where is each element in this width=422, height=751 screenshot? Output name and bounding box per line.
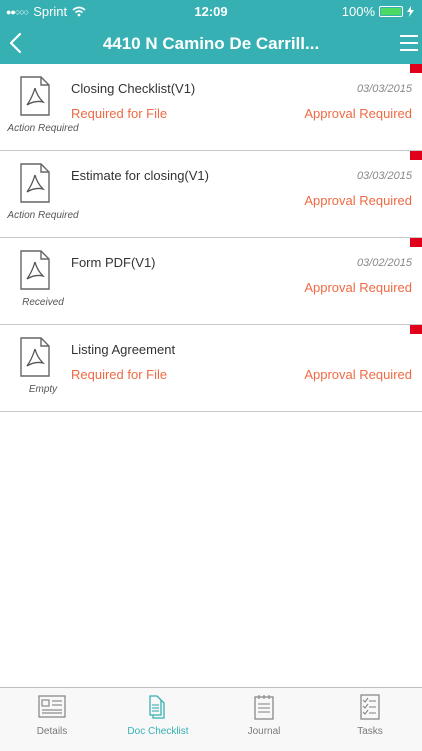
- details-icon: [38, 695, 66, 718]
- doc-row[interactable]: Empty Listing Agreement Required for Fil…: [0, 325, 422, 412]
- tab-journal[interactable]: Journal: [212, 688, 316, 751]
- journal-icon: [254, 695, 274, 720]
- doc-name: Estimate for closing(V1): [71, 168, 209, 183]
- pdf-document-icon: [20, 337, 50, 377]
- approval-required-label: Approval Required: [304, 280, 412, 295]
- required-for-file-label: Required for File: [71, 367, 168, 382]
- doc-status: Action Required: [7, 210, 79, 221]
- doc-name: Closing Checklist(V1): [71, 81, 196, 96]
- page-title: 4410 N Camino De Carrill...: [102, 34, 320, 53]
- flag-marker: [410, 325, 422, 334]
- battery-percent: 100%: [341, 4, 375, 19]
- status-bar: ●●○○○ Sprint 12:09 100%: [0, 0, 422, 22]
- doc-name: Form PDF(V1): [71, 255, 156, 270]
- doc-status: Empty: [28, 384, 58, 395]
- doc-row[interactable]: Received Form PDF(V1) 03/02/2015 Approva…: [0, 238, 422, 325]
- tasks-icon: [360, 694, 380, 720]
- tab-doc-checklist[interactable]: Doc Checklist: [106, 688, 210, 751]
- approval-required-label: Approval Required: [304, 367, 412, 382]
- doc-date: 03/03/2015: [356, 83, 412, 95]
- flag-marker: [410, 64, 422, 73]
- doc-date: 03/03/2015: [356, 170, 412, 182]
- required-for-file-label: Required for File: [71, 106, 168, 121]
- doc-checklist-icon: [149, 695, 165, 719]
- doc-status: Received: [22, 297, 64, 308]
- pdf-document-icon: [20, 250, 50, 290]
- flag-marker: [410, 151, 422, 160]
- doc-checklist: Action Required Closing Checklist(V1) 03…: [0, 64, 422, 412]
- tab-label: Tasks: [357, 726, 383, 737]
- tab-tasks[interactable]: Tasks: [318, 688, 422, 751]
- doc-status: Action Required: [7, 123, 79, 134]
- doc-date: 03/02/2015: [356, 257, 412, 269]
- charging-icon: [407, 6, 414, 17]
- approval-required-label: Approval Required: [304, 106, 412, 121]
- tab-details[interactable]: Details: [0, 688, 104, 751]
- battery-icon: [379, 6, 403, 17]
- tab-label: Details: [36, 726, 68, 737]
- approval-required-label: Approval Required: [304, 193, 412, 208]
- back-chevron-icon[interactable]: [4, 30, 30, 56]
- pdf-document-icon: [20, 76, 50, 116]
- hamburger-menu-icon[interactable]: [400, 35, 418, 53]
- tab-bar: Details Doc Checklist Journal Tasks: [0, 687, 422, 751]
- pdf-document-icon: [20, 163, 50, 203]
- nav-bar: 4410 N Camino De Carrill...: [0, 22, 422, 64]
- tab-label: Doc Checklist: [127, 726, 189, 737]
- doc-row[interactable]: Action Required Estimate for closing(V1)…: [0, 151, 422, 238]
- doc-name: Listing Agreement: [71, 342, 176, 357]
- doc-row[interactable]: Action Required Closing Checklist(V1) 03…: [0, 64, 422, 151]
- tab-label: Journal: [247, 726, 281, 737]
- flag-marker: [410, 238, 422, 247]
